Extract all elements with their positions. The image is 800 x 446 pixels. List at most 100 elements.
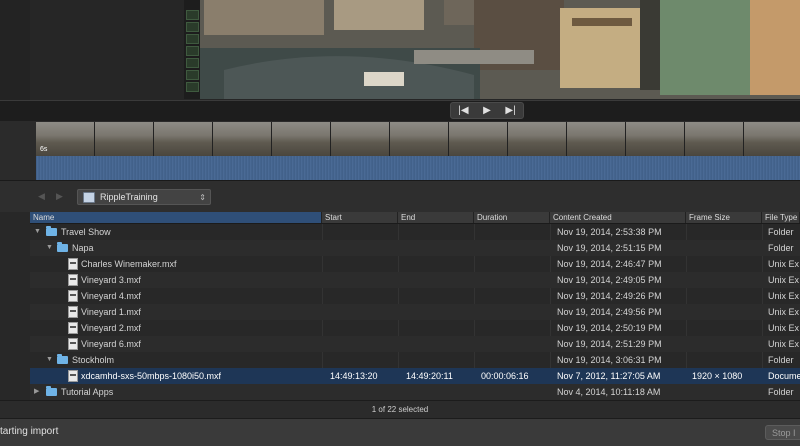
video-file-icon [68,258,78,270]
item-file-type: Unix Ex [768,275,800,285]
list-item-vineyard-1[interactable]: Vineyard 1.mxf Nov 19, 2014, 2:49:56 PM … [30,304,800,320]
list-item-stockholm[interactable]: ▼ Stockholm Nov 19, 2014, 3:06:31 PM Fol… [30,352,800,368]
left-panel [0,0,30,100]
video-file-icon [68,274,78,286]
back-arrow-icon[interactable]: ◀ [38,191,50,203]
filmstrip-frames [36,122,800,156]
item-name: Tutorial Apps [61,387,114,397]
item-created: Nov 7, 2012, 11:27:05 AM [557,371,661,381]
library-popup[interactable]: RippleTraining ⇕ [77,189,211,205]
filmstrip-frame [213,122,272,156]
library-icon [83,191,95,203]
list-item-xdcamhd[interactable]: xdcamhd-sxs-50mbps-1080i50.mxf 14:49:13:… [30,368,800,384]
disclosure-triangle-icon[interactable]: ▼ [46,352,53,368]
clip-filmstrip[interactable]: 6s [36,122,800,180]
item-end: 14:49:20:11 [406,371,453,381]
list-item-napa[interactable]: ▼ Napa Nov 19, 2014, 2:51:15 PM Folder [30,240,800,256]
updown-chevron-icon: ⇕ [199,192,206,202]
column-header-duration[interactable]: Duration [474,212,550,223]
list-item-charles-winemaker[interactable]: Charles Winemaker.mxf Nov 19, 2014, 2:46… [30,256,800,272]
thumbnail[interactable] [186,34,199,44]
filmstrip-frame [272,122,331,156]
item-created: Nov 19, 2014, 2:53:38 PM [557,227,662,237]
list-item-vineyard-3[interactable]: Vineyard 3.mxf Nov 19, 2014, 2:49:05 PM … [30,272,800,288]
item-created: Nov 19, 2014, 2:49:26 PM [557,291,662,301]
folder-icon [57,354,68,364]
play-icon[interactable]: ▶ [483,105,491,116]
thumbnail[interactable] [186,82,199,92]
video-file-icon [68,306,78,318]
stop-import-button[interactable]: Stop I [765,425,800,440]
transport-controls: |◀ ▶ ▶| [450,102,524,119]
item-created: Nov 19, 2014, 2:51:29 PM [557,339,662,349]
item-file-type: Unix Ex [768,307,800,317]
thumbnail[interactable] [186,58,199,68]
forward-arrow-icon[interactable]: ▶ [56,191,68,203]
item-name: Vineyard 2.mxf [81,323,141,333]
column-header-start[interactable]: Start [322,212,398,223]
item-created: Nov 19, 2014, 2:50:19 PM [557,323,662,333]
filmstrip-frame [390,122,449,156]
list-item-tutorial-apps[interactable]: ▶ Tutorial Apps Nov 4, 2014, 10:11:18 AM… [30,384,800,400]
video-file-icon [68,322,78,334]
item-created: Nov 19, 2014, 2:49:05 PM [557,275,662,285]
skip-back-icon[interactable]: |◀ [458,105,468,116]
skip-forward-icon[interactable]: ▶| [505,105,515,116]
item-name: Vineyard 3.mxf [81,275,141,285]
library-name: RippleTraining [100,192,158,202]
item-file-type: Folder [768,355,794,365]
filmstrip-frame [449,122,508,156]
filmstrip-frame [685,122,744,156]
viewer-sidebar-thumbnails [184,0,200,99]
disclosure-triangle-icon[interactable]: ▼ [34,224,41,240]
thumbnail[interactable] [186,10,199,20]
item-file-type: Folder [768,387,794,397]
disclosure-triangle-icon[interactable]: ▼ [46,240,53,256]
list-item-vineyard-2[interactable]: Vineyard 2.mxf Nov 19, 2014, 2:50:19 PM … [30,320,800,336]
item-name: Vineyard 1.mxf [81,307,141,317]
item-name: Vineyard 4.mxf [81,291,141,301]
list-item-vineyard-6[interactable]: Vineyard 6.mxf Nov 19, 2014, 2:51:29 PM … [30,336,800,352]
item-file-type: Docume [768,371,800,381]
column-header-row: Name Start End Duration Content Created … [30,212,800,224]
item-created: Nov 19, 2014, 2:46:47 PM [557,259,662,269]
item-file-type: Unix Ex [768,323,800,333]
thumbnail[interactable] [186,46,199,56]
column-header-file-type[interactable]: File Type [762,212,800,223]
column-header-end[interactable]: End [398,212,474,223]
transport-bar [0,100,800,121]
item-created: Nov 19, 2014, 2:51:15 PM [557,243,662,253]
filmstrip-frame [508,122,567,156]
city-scene-graphic [184,0,800,99]
column-header-name[interactable]: Name [30,212,322,223]
clip-duration-label: 6s [40,146,48,153]
item-file-type: Folder [768,243,794,253]
disclosure-triangle-icon[interactable]: ▶ [34,384,39,400]
item-name: Stockholm [72,355,115,365]
filmstrip-frame [154,122,213,156]
item-file-type: Unix Ex [768,259,800,269]
item-file-type: Unix Ex [768,291,800,301]
video-file-icon [68,370,78,382]
item-name: Napa [72,243,94,253]
filmstrip-frame [95,122,154,156]
item-name: xdcamhd-sxs-50mbps-1080i50.mxf [81,371,222,381]
list-item-travel-show[interactable]: ▼ Travel Show Nov 19, 2014, 2:53:38 PM F… [30,224,800,240]
column-header-frame-size[interactable]: Frame Size [686,212,762,223]
column-header-content-created[interactable]: Content Created [550,212,686,223]
list-item-vineyard-4[interactable]: Vineyard 4.mxf Nov 19, 2014, 2:49:26 PM … [30,288,800,304]
folder-icon [57,242,68,252]
viewer-preview-image [184,0,800,99]
import-status-text: tarting import [0,426,59,437]
item-start: 14:49:13:20 [330,371,378,381]
filmstrip-frame [744,122,800,156]
item-created: Nov 4, 2014, 10:11:18 AM [557,387,661,397]
item-name: Charles Winemaker.mxf [81,259,177,269]
filmstrip-frame [567,122,626,156]
item-created: Nov 19, 2014, 3:06:31 PM [557,355,662,365]
video-file-icon [68,338,78,350]
thumbnail[interactable] [186,22,199,32]
item-name: Vineyard 6.mxf [81,339,141,349]
folder-icon [46,386,57,396]
thumbnail[interactable] [186,70,199,80]
